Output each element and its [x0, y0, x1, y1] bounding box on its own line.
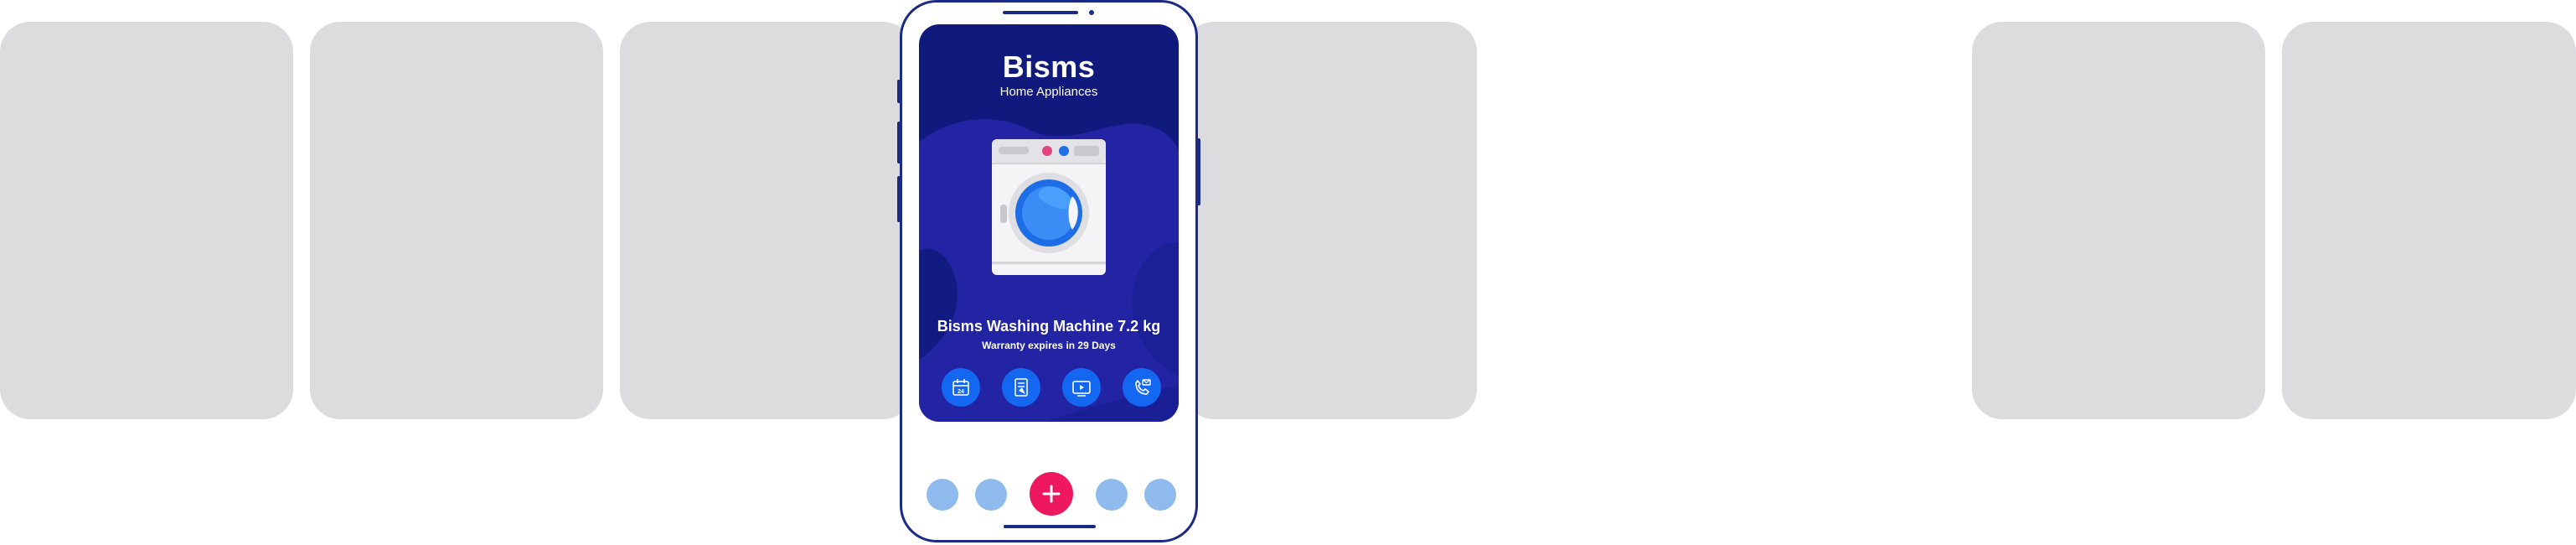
phone-camera: [1089, 10, 1094, 15]
calendar-icon: 24: [952, 379, 969, 396]
background-card: [0, 22, 293, 419]
manual-button[interactable]: [1002, 368, 1040, 407]
phone-frame: Bisms Home Appliances Bisms Washing Mach…: [900, 0, 1198, 542]
brand-subtitle: Home Appliances: [999, 85, 1098, 99]
calendar-button[interactable]: 24: [942, 368, 980, 407]
dock-item[interactable]: [975, 479, 1007, 511]
svg-text:24: 24: [958, 389, 964, 395]
video-tutorial-icon: [1072, 381, 1091, 397]
background-card: [1184, 22, 1477, 419]
product-actions: 24: [919, 368, 1179, 410]
dock-item[interactable]: [927, 479, 958, 511]
dock-item[interactable]: [1144, 479, 1176, 511]
brand-title: Bisms: [1002, 49, 1096, 84]
background-card: [1972, 22, 2265, 419]
product-name: Bisms Washing Machine 7.2 kg: [937, 318, 1161, 335]
manual-document-icon: [1014, 378, 1028, 397]
plus-icon: [1042, 485, 1061, 503]
support-call-icon: [1135, 379, 1151, 395]
dock-item[interactable]: [1096, 479, 1128, 511]
background-card: [2282, 22, 2576, 419]
support-call-button[interactable]: [1123, 368, 1161, 407]
add-button[interactable]: [1030, 472, 1073, 516]
background-card: [620, 22, 913, 419]
product-card[interactable]: Bisms Home Appliances Bisms Washing Mach…: [919, 24, 1179, 422]
video-tutorial-button[interactable]: [1062, 368, 1101, 407]
washing-machine-illustration: [992, 139, 1106, 275]
home-indicator[interactable]: [1004, 525, 1096, 528]
warranty-status: Warranty expires in 29 Days: [982, 340, 1116, 351]
background-card: [310, 22, 603, 419]
bottom-dock: [902, 468, 1195, 518]
phone-earpiece: [1003, 11, 1078, 14]
